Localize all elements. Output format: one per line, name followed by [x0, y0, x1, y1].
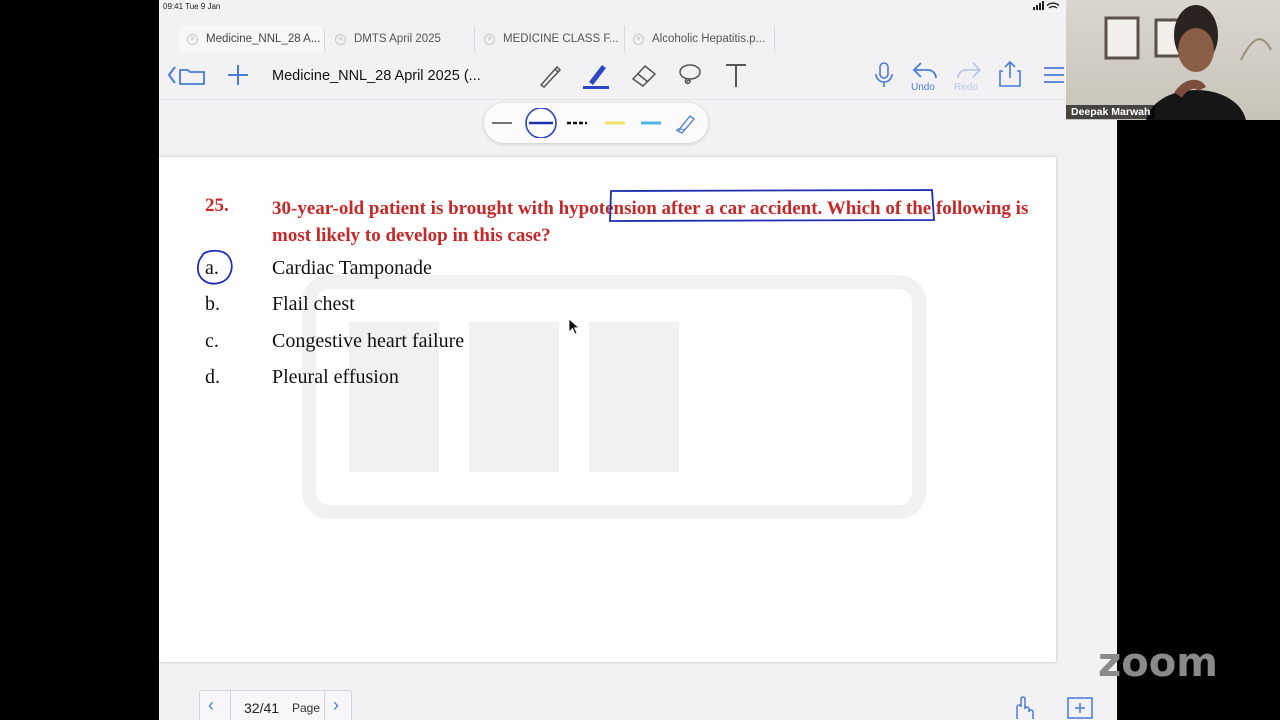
tab-medicine-class[interactable]: ✕ MEDICINE CLASS F...	[476, 26, 625, 52]
eraser-tool-icon[interactable]	[629, 60, 659, 90]
participant-name-label: Deepak Marwah	[1066, 105, 1156, 119]
tab-dmts[interactable]: ✕ DMTS April 2025	[327, 26, 475, 52]
annotation-toolbar: Medicine_NNL_28 April 2025 (... Undo Red…	[159, 54, 1117, 100]
shared-ipad-screen: 09:41 Tue 9 Jan ✕ Medicine_NNL_28 A... ✕…	[159, 0, 1117, 720]
question-text: 30-year-old patient is brought with hypo…	[272, 195, 1032, 249]
pdf-page[interactable]: 25. 30-year-old patient is brought with …	[159, 157, 1056, 662]
option-text-c: Congestive heart failure	[272, 330, 465, 352]
back-to-library-icon[interactable]	[167, 62, 207, 94]
pen-thick-blue-selected[interactable]	[524, 107, 557, 139]
tab-label: DMTS April 2025	[354, 33, 441, 45]
option-text-b: Flail chest	[272, 293, 355, 315]
next-page-button[interactable]: ›	[333, 695, 339, 716]
mouse-cursor-icon	[568, 318, 580, 335]
redo-label[interactable]: Redo	[954, 82, 978, 93]
add-icon[interactable]	[225, 62, 251, 94]
tab-label: MEDICINE CLASS F...	[503, 33, 619, 45]
participant-video-image	[1104, 5, 1272, 120]
pen-thin-black[interactable]	[487, 111, 517, 135]
hand-tool-icon[interactable]	[1007, 692, 1037, 720]
option-text-a: Cardiac Tamponade	[272, 257, 432, 279]
ios-status-bar: 09:41 Tue 9 Jan	[159, 0, 1117, 14]
question-text-start: 30-year-old patient is brought with	[272, 198, 559, 219]
close-tab-icon[interactable]: ✕	[484, 33, 495, 45]
document-title[interactable]: Medicine_NNL_28 April 2025 (...	[272, 68, 481, 84]
share-icon[interactable]	[995, 60, 1025, 90]
text-tool-icon[interactable]	[721, 60, 751, 90]
tab-alcoholic-hepatitis[interactable]: ✕ Alcoholic Hepatitis.p...	[625, 26, 775, 52]
option-letter-c: c.	[205, 330, 219, 352]
tab-label: Alcoholic Hepatitis.p...	[652, 33, 766, 45]
page-navigator: ‹ 32/41 Page ›	[199, 690, 352, 720]
tab-medicine-nnl[interactable]: ✕ Medicine_NNL_28 A...	[179, 26, 325, 52]
pen-dashed-black[interactable]	[562, 111, 592, 135]
participant-video-tile[interactable]	[1066, 0, 1280, 120]
page-count: 32/41	[244, 700, 280, 716]
lasso-tool-icon[interactable]	[675, 60, 705, 90]
option-text-d: Pleural effusion	[272, 366, 399, 388]
highlighter-cyan[interactable]	[636, 111, 666, 135]
page-label[interactable]: Page	[292, 701, 320, 715]
option-letter-a: a.	[205, 257, 219, 279]
add-page-icon[interactable]	[1065, 692, 1095, 720]
option-letter-d: d.	[205, 366, 220, 388]
question-number: 25.	[205, 195, 229, 216]
close-tab-icon[interactable]: ✕	[335, 33, 346, 45]
close-tab-icon[interactable]: ✕	[633, 33, 644, 45]
pencil-tool-icon[interactable]	[535, 60, 565, 90]
document-tab-bar: ✕ Medicine_NNL_28 A... ✕ DMTS April 2025…	[159, 24, 1117, 52]
option-letter-b: b.	[205, 293, 220, 315]
tab-label: Medicine_NNL_28 A...	[206, 33, 321, 45]
status-time: 09:41 Tue 9 Jan	[163, 2, 221, 11]
zoom-meeting-window: 09:41 Tue 9 Jan ✕ Medicine_NNL_28 A... ✕…	[0, 0, 1280, 720]
pen-tool-icon[interactable]	[581, 60, 611, 90]
previous-page-button[interactable]: ‹	[208, 695, 214, 716]
menu-icon[interactable]	[1039, 60, 1069, 90]
highlighter-yellow[interactable]	[600, 111, 630, 135]
signal-wifi-icon	[1033, 1, 1063, 12]
close-tab-icon[interactable]: ✕	[187, 33, 198, 45]
pen-style-bar	[484, 103, 708, 143]
mlb-pro-watermark	[302, 275, 926, 519]
pen-settings-icon[interactable]	[672, 111, 702, 135]
question-highlight: hypotension after a car accident.	[558, 198, 823, 219]
microphone-icon[interactable]	[869, 60, 899, 90]
undo-label[interactable]: Undo	[911, 82, 935, 93]
zoom-watermark-logo: zoom	[1098, 640, 1218, 686]
